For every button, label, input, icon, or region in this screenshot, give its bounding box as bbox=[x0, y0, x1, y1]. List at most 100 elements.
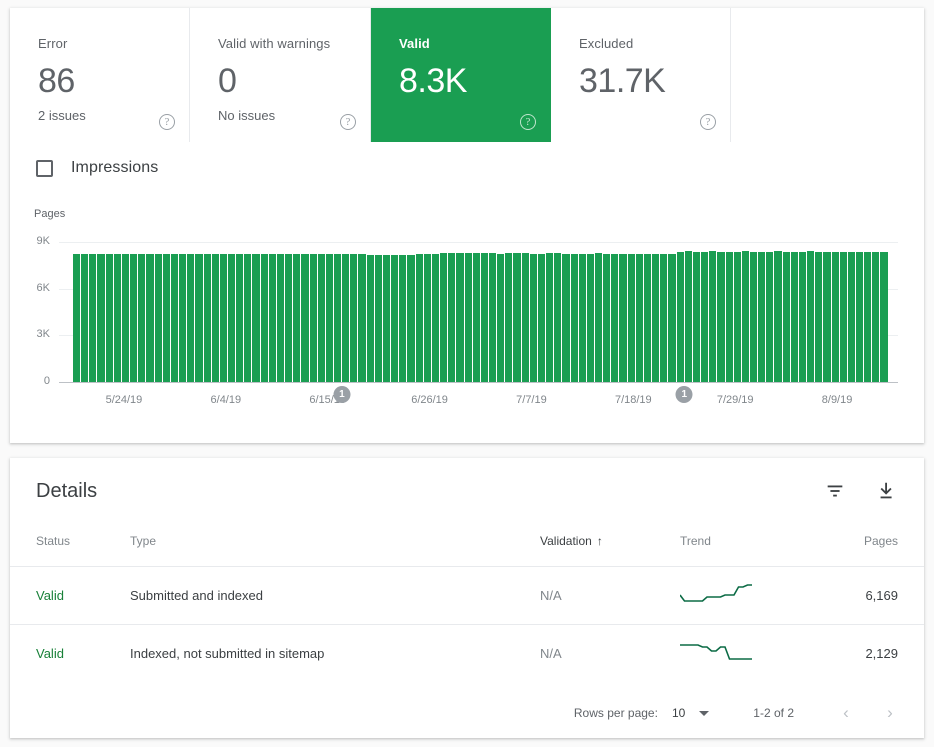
chart-bar bbox=[823, 252, 831, 382]
help-icon[interactable]: ? bbox=[340, 114, 356, 130]
chart-bar bbox=[326, 254, 334, 382]
previous-page-button[interactable]: ‹ bbox=[834, 701, 858, 725]
chart-bar bbox=[236, 254, 244, 382]
chart-bar bbox=[603, 254, 611, 382]
column-header-trend[interactable]: Trend bbox=[680, 524, 810, 567]
chart-bar bbox=[489, 253, 497, 382]
tile-value: 31.7K bbox=[579, 60, 730, 102]
rows-per-page-label: Rows per page: bbox=[574, 706, 658, 720]
download-icon[interactable] bbox=[876, 480, 898, 502]
impressions-checkbox[interactable] bbox=[36, 160, 53, 177]
status-badge: Valid bbox=[36, 588, 64, 603]
pagination-range: 1-2 of 2 bbox=[753, 706, 794, 720]
tile-value: 0 bbox=[218, 60, 370, 102]
impressions-label: Impressions bbox=[71, 159, 158, 177]
details-table: Status Type Validation↑ Trend Pages Vali… bbox=[10, 524, 924, 682]
summary-tile-error[interactable]: Error 86 2 issues ? bbox=[10, 8, 190, 142]
chart-bar bbox=[391, 255, 399, 382]
chart-bar bbox=[432, 254, 440, 382]
chart-bar bbox=[473, 253, 481, 382]
summary-tile-valid-with-warnings[interactable]: Valid with warnings 0 No issues ? bbox=[190, 8, 371, 142]
help-icon[interactable]: ? bbox=[700, 114, 716, 130]
chart-bar bbox=[97, 254, 105, 382]
details-table-head: Status Type Validation↑ Trend Pages bbox=[10, 524, 924, 567]
chart-bar bbox=[244, 254, 252, 382]
coverage-overview-card: Error 86 2 issues ? Valid with warnings … bbox=[10, 8, 924, 443]
trend-sparkline bbox=[680, 583, 752, 605]
chart-bar bbox=[195, 254, 203, 382]
chart-annotation-marker[interactable]: 1 bbox=[333, 386, 350, 403]
column-header-validation[interactable]: Validation↑ bbox=[540, 524, 680, 567]
summary-tile-valid[interactable]: Valid 8.3K ? bbox=[371, 8, 551, 142]
status-badge: Valid bbox=[36, 646, 64, 661]
chart-bar bbox=[799, 252, 807, 382]
trend-sparkline bbox=[680, 641, 752, 663]
chart-bar bbox=[856, 252, 864, 382]
chart-bar bbox=[505, 253, 513, 382]
impressions-toggle-row[interactable]: Impressions bbox=[10, 142, 158, 194]
chart-bar bbox=[163, 254, 171, 382]
chart-bar bbox=[677, 252, 685, 382]
chart-bar bbox=[277, 254, 285, 382]
y-axis-tick: 0 bbox=[10, 375, 50, 387]
rows-per-page-select[interactable]: 10 bbox=[672, 706, 709, 720]
x-axis-tick: 7/7/19 bbox=[516, 394, 547, 406]
tile-value: 86 bbox=[38, 60, 189, 102]
x-axis-tick: 8/9/19 bbox=[822, 394, 853, 406]
chart-bar bbox=[685, 251, 693, 382]
chart-bar bbox=[497, 254, 505, 382]
chart-bar bbox=[611, 254, 619, 382]
next-page-button[interactable]: › bbox=[878, 701, 902, 725]
chart-bar bbox=[538, 254, 546, 382]
chart-bar bbox=[187, 254, 195, 382]
chart-bar bbox=[595, 253, 603, 382]
chart-bar bbox=[220, 254, 228, 382]
column-header-pages[interactable]: Pages bbox=[810, 524, 924, 567]
column-header-status[interactable]: Status bbox=[10, 524, 130, 567]
chart-bar bbox=[628, 254, 636, 382]
details-title: Details bbox=[36, 480, 97, 503]
x-axis-tick: 7/18/19 bbox=[615, 394, 652, 406]
cell-validation: N/A bbox=[540, 625, 680, 683]
filter-icon[interactable] bbox=[824, 480, 846, 502]
chart-bar bbox=[587, 254, 595, 382]
chart-bar bbox=[383, 255, 391, 382]
chart-bar bbox=[840, 252, 848, 383]
chart-bar bbox=[652, 254, 660, 382]
chart-bar bbox=[204, 254, 212, 382]
chart-bar bbox=[783, 252, 791, 382]
chart-bar bbox=[81, 254, 89, 382]
column-header-validation-label: Validation bbox=[540, 534, 592, 548]
chart-bar bbox=[880, 252, 887, 382]
chart-bar bbox=[334, 254, 342, 382]
chart-bar bbox=[774, 251, 782, 382]
chart-bar bbox=[342, 254, 350, 382]
chart-bar bbox=[668, 254, 676, 382]
chart-bar bbox=[513, 253, 521, 382]
table-row[interactable]: ValidIndexed, not submitted in sitemapN/… bbox=[10, 625, 924, 683]
chart-bar bbox=[734, 252, 742, 383]
chart-bars bbox=[73, 242, 888, 382]
y-axis-title: Pages bbox=[34, 208, 65, 220]
chart-bar bbox=[358, 254, 366, 382]
chart-bar bbox=[693, 252, 701, 382]
chart-bar bbox=[350, 254, 358, 382]
chart-bar bbox=[114, 254, 122, 382]
chart-annotation-marker[interactable]: 1 bbox=[676, 386, 693, 403]
chart-baseline bbox=[59, 382, 898, 383]
chart-bar bbox=[530, 254, 538, 382]
details-table-body: ValidSubmitted and indexedN/A6,169ValidI… bbox=[10, 567, 924, 683]
chart-bar bbox=[791, 252, 799, 382]
tile-label: Valid bbox=[399, 36, 550, 52]
chart-bar bbox=[660, 254, 668, 382]
help-icon[interactable]: ? bbox=[520, 114, 536, 130]
x-axis-tick: 5/24/19 bbox=[106, 394, 143, 406]
y-axis-tick: 3K bbox=[10, 328, 50, 340]
help-icon[interactable]: ? bbox=[159, 114, 175, 130]
summary-tile-excluded[interactable]: Excluded 31.7K ? bbox=[551, 8, 731, 142]
chart-bar bbox=[872, 252, 880, 382]
table-row[interactable]: ValidSubmitted and indexedN/A6,169 bbox=[10, 567, 924, 625]
chart-bar bbox=[709, 251, 717, 382]
column-header-type[interactable]: Type bbox=[130, 524, 540, 567]
chart-bar bbox=[269, 254, 277, 382]
